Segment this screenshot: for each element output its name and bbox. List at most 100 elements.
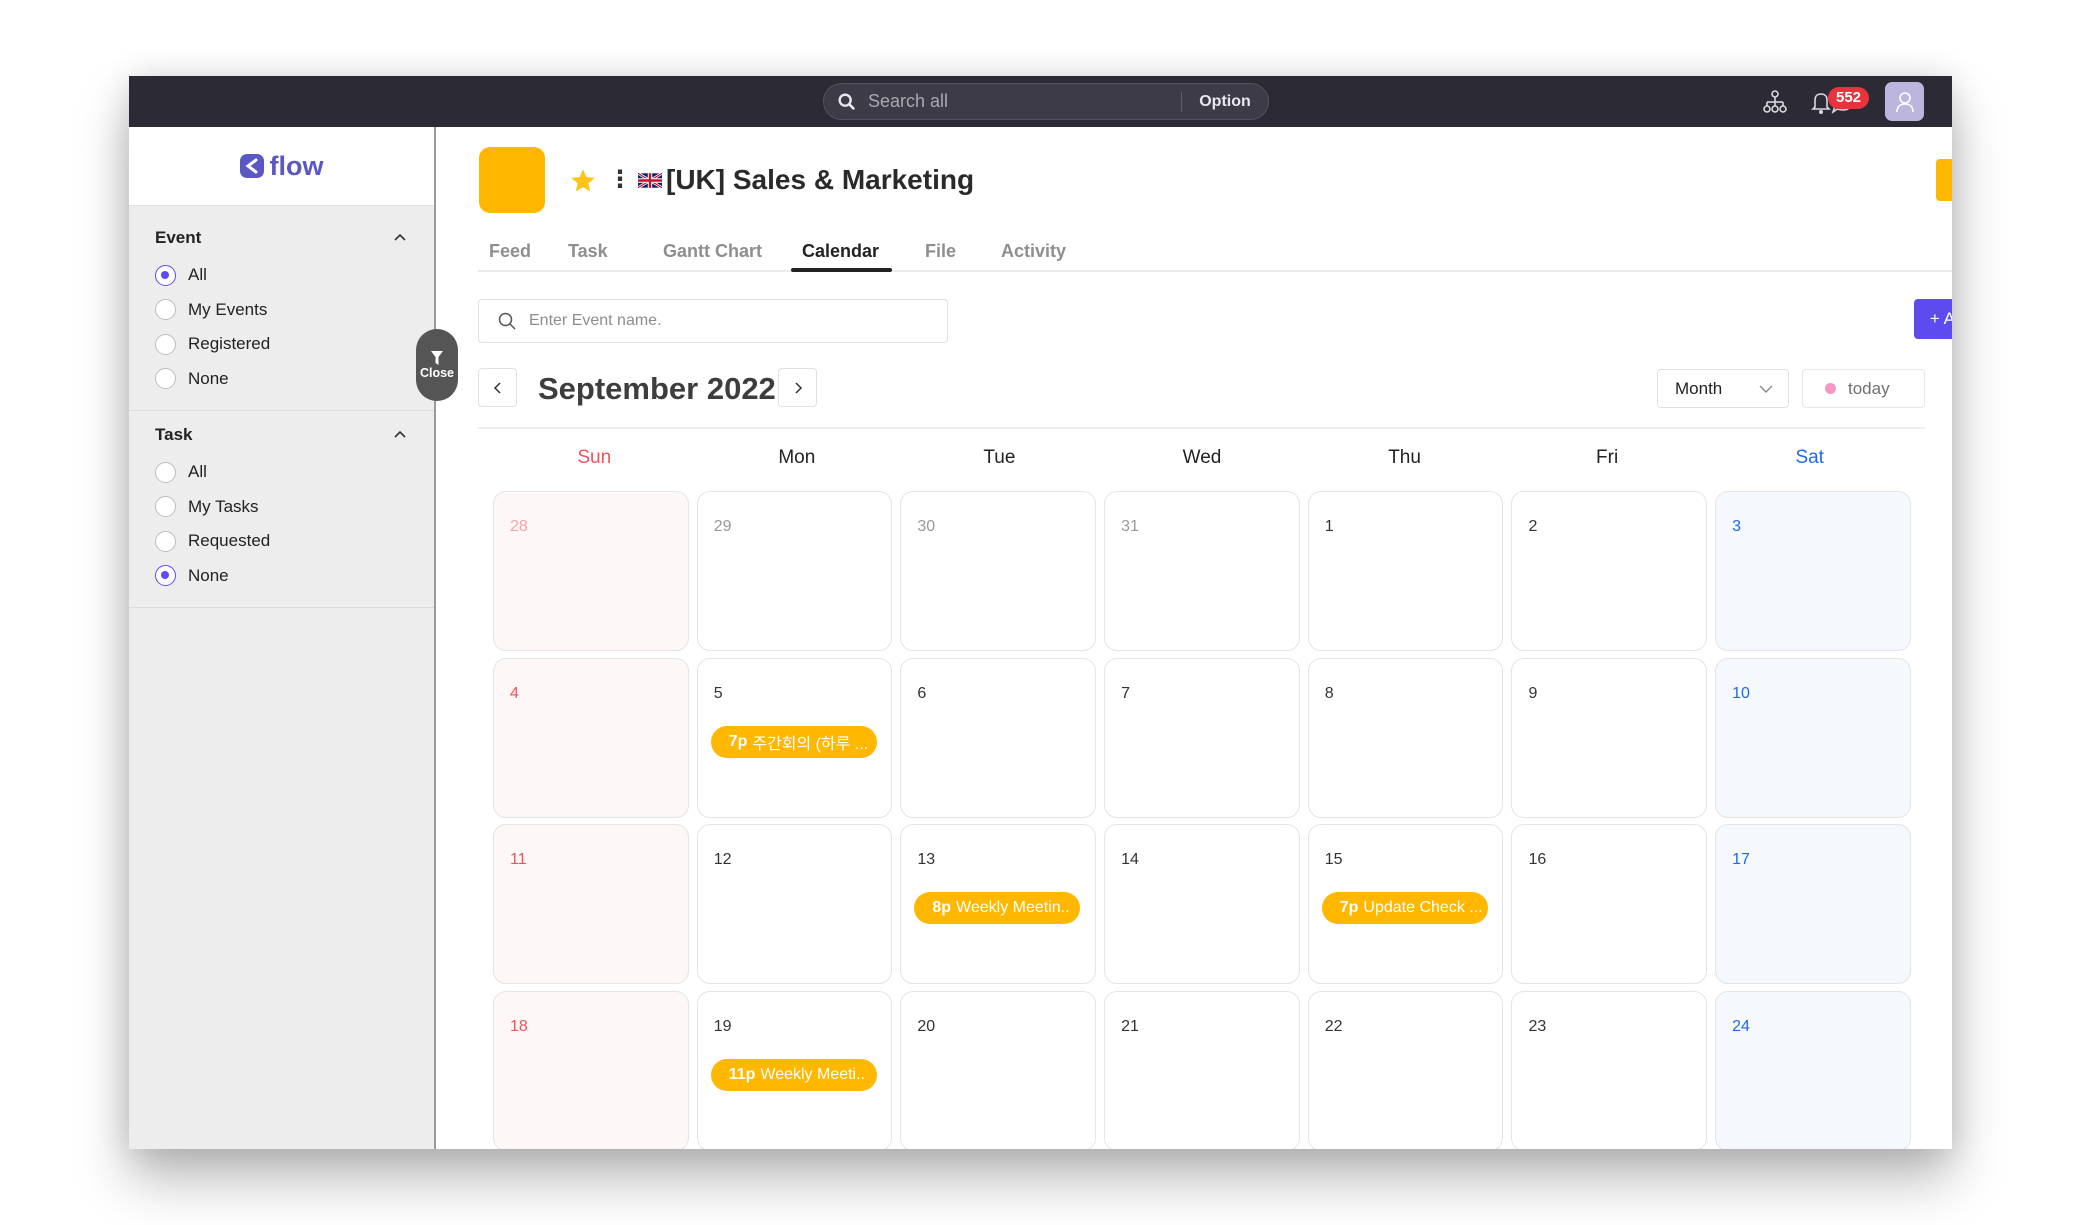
calendar-day-cell[interactable]: 2	[1511, 491, 1707, 651]
radio-button[interactable]	[155, 368, 176, 390]
task-filter-header[interactable]: Task	[155, 421, 408, 449]
calendar-day-cell[interactable]: 8	[1307, 657, 1504, 818]
event-pill[interactable]: 7p 주간회의 (하루 ...	[710, 725, 877, 758]
calendar-day-cell[interactable]: 9	[1511, 657, 1707, 818]
calendar-day-cell[interactable]: 3	[1715, 491, 1911, 651]
radio-button[interactable]	[155, 299, 176, 321]
weekday-label: Mon	[778, 447, 816, 468]
task-filter-title: Task	[155, 425, 193, 444]
search-option-button[interactable]: Option	[1182, 93, 1268, 111]
close-filter-button[interactable]: Close	[416, 329, 458, 401]
filter-icon	[431, 351, 443, 365]
calendar-day-cell[interactable]: 6	[900, 657, 1096, 818]
event-filter-header[interactable]: Event	[155, 224, 408, 252]
logo-text: flow	[269, 150, 324, 181]
calendar-day-cell[interactable]: 11	[493, 824, 689, 985]
calendar-day-cell[interactable]: 13 8p Weekly Meetin..	[900, 824, 1096, 985]
project-thumbnail[interactable]	[479, 147, 545, 213]
calendar-day-cell[interactable]: 17	[1715, 824, 1911, 985]
calendar-day-cell[interactable]: 12	[696, 824, 893, 985]
calendar-day-cell[interactable]: 4	[493, 657, 689, 818]
radio-button[interactable]	[155, 565, 176, 587]
chevron-up-icon[interactable]	[392, 427, 408, 443]
day-number: 16	[1528, 851, 1547, 869]
event-filter-registered[interactable]: Registered	[155, 327, 408, 362]
radio-button[interactable]	[155, 496, 176, 518]
calendar-day-cell[interactable]: 19 11p Weekly Meeti..	[696, 991, 893, 1149]
day-number: 30	[917, 518, 936, 535]
day-number: 21	[1121, 1018, 1139, 1036]
event-search-input[interactable]	[529, 312, 947, 330]
calendar-day-cell[interactable]: 1	[1307, 491, 1504, 651]
task-filter-section: Task All My Tasks Requested None	[129, 411, 434, 593]
calendar-day-cell[interactable]: 15 7p Update Check ...	[1307, 824, 1504, 985]
event-search-field[interactable]	[478, 299, 948, 343]
task-filter-none[interactable]: None	[155, 559, 408, 594]
radio-button[interactable]	[155, 333, 176, 355]
today-button[interactable]: today	[1802, 369, 1925, 408]
task-filter-requested[interactable]: Requested	[155, 524, 408, 559]
event-time: 8p	[932, 899, 952, 917]
flow-logo-icon	[239, 154, 264, 178]
calendar-day-cell[interactable]: 21	[1104, 991, 1300, 1149]
calendar-day-cell[interactable]: 14	[1104, 824, 1300, 985]
radio-button[interactable]	[155, 530, 176, 552]
event-pill[interactable]: 8p Weekly Meetin..	[914, 892, 1081, 925]
tab-calendar[interactable]: Calendar	[802, 241, 879, 262]
global-search[interactable]: Search all Option	[823, 83, 1269, 120]
chevron-up-icon[interactable]	[392, 230, 408, 246]
add-event-button[interactable]: + Add event	[1914, 299, 1952, 339]
event-pill[interactable]: 11p Weekly Meeti..	[710, 1059, 877, 1092]
calendar-day-cell[interactable]: 10	[1715, 657, 1911, 818]
calendar-day-cell[interactable]: 22	[1307, 991, 1504, 1149]
next-month-button[interactable]	[778, 368, 817, 407]
more-options-icon[interactable]: ⋮	[608, 168, 632, 192]
tab-task[interactable]: Task	[568, 241, 608, 262]
search-icon	[838, 92, 855, 110]
event-filter-none[interactable]: None	[155, 362, 408, 397]
user-avatar-icon	[1895, 91, 1914, 112]
org-chart-icon[interactable]	[1761, 88, 1789, 116]
calendar-day-cell[interactable]: 24	[1715, 991, 1911, 1149]
calendar-day-cell[interactable]: 20	[900, 991, 1096, 1149]
day-number: 29	[713, 518, 732, 535]
tab-file[interactable]: File	[925, 241, 956, 262]
task-filter-all[interactable]: All	[155, 455, 408, 490]
event-filter-all[interactable]: All	[155, 258, 408, 293]
radio-button[interactable]	[155, 461, 176, 483]
view-mode-select[interactable]: Month	[1657, 369, 1789, 408]
user-avatar[interactable]	[1885, 82, 1924, 121]
task-filter-my-tasks[interactable]: My Tasks	[155, 490, 408, 525]
radio-label: My Tasks	[188, 496, 259, 516]
calendar-day-cell[interactable]: 5 7p 주간회의 (하루 ...	[696, 657, 893, 818]
weekday-label: Sat	[1795, 447, 1824, 468]
event-filter-my-events[interactable]: My Events	[155, 293, 408, 328]
calendar-day-cell[interactable]: 23	[1511, 991, 1707, 1149]
calendar-day-cell[interactable]: 18	[493, 991, 689, 1149]
radio-label: Registered	[188, 334, 271, 354]
event-pill[interactable]: 7p Update Check ...	[1321, 892, 1488, 925]
close-filter-label: Close	[419, 366, 455, 380]
calendar-day-cell[interactable]: 28	[493, 491, 689, 651]
radio-button[interactable]	[155, 264, 176, 286]
radio-label: None	[188, 368, 229, 388]
prev-month-button[interactable]	[478, 368, 517, 407]
calendar-day-cell[interactable]: 30	[900, 491, 1096, 651]
day-number: 23	[1528, 1018, 1547, 1036]
calendar-day-cell[interactable]: 29	[696, 491, 893, 651]
tab-gantt-chart[interactable]: Gantt Chart	[663, 241, 762, 262]
uk-flag-icon	[638, 172, 662, 188]
radio-label: All	[188, 265, 207, 285]
star-icon[interactable]	[569, 167, 597, 195]
tab-activity[interactable]: Activity	[1001, 241, 1066, 262]
calendar-grid: 28 29 30 31 1 2 3 4 5 7p 주간회의 (하루 ... 6 7 8 9 10 11 12 13 8…	[493, 491, 1911, 1149]
month-title: September 2022	[538, 371, 776, 406]
calendar-day-cell[interactable]: 7	[1104, 657, 1300, 818]
calendar-day-cell[interactable]: 16	[1511, 824, 1707, 985]
invite-button[interactable]: Invite	[1936, 159, 1952, 201]
flow-logo[interactable]: flow	[239, 150, 324, 182]
tab-feed[interactable]: Feed	[489, 241, 531, 262]
search-icon	[498, 312, 516, 330]
calendar-day-cell[interactable]: 31	[1104, 491, 1300, 651]
active-tab-indicator	[791, 268, 892, 272]
